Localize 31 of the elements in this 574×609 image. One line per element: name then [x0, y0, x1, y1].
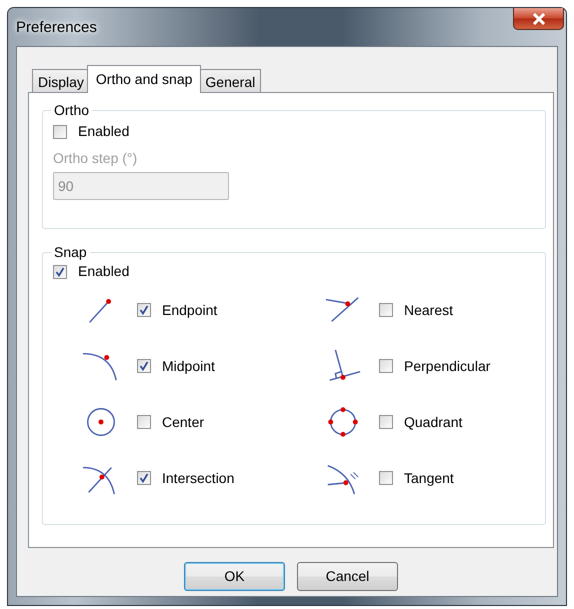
checkbox[interactable] — [137, 359, 151, 373]
checkbox[interactable] — [137, 471, 151, 485]
tab[interactable]: Ortho and snap — [86, 65, 202, 93]
checkbox-label: Enabled — [78, 262, 130, 281]
checkbox-label: Intersection — [162, 468, 234, 488]
checkbox[interactable] — [53, 264, 67, 278]
checkbox-label: Enabled — [78, 122, 130, 141]
checkbox[interactable] — [379, 471, 393, 485]
group-label: Snap — [53, 243, 88, 261]
checkbox-label: Quadrant — [404, 412, 462, 432]
checkbox[interactable] — [53, 124, 67, 138]
ok-button[interactable]: OK — [184, 562, 285, 591]
close-icon — [532, 12, 546, 24]
tab[interactable]: General — [199, 69, 262, 93]
checkbox-label: Endpoint — [162, 300, 218, 320]
checkbox-label: Perpendicular — [404, 356, 490, 376]
close-button[interactable] — [513, 8, 564, 30]
cancel-button[interactable]: Cancel — [297, 562, 398, 591]
checkbox-label: Tangent — [404, 468, 454, 488]
checkbox-label: Midpoint — [162, 356, 215, 376]
tab[interactable]: Display — [32, 69, 90, 93]
checkbox[interactable] — [137, 415, 151, 429]
checkbox[interactable] — [379, 415, 393, 429]
checkbox[interactable] — [379, 303, 393, 317]
checkbox[interactable] — [379, 359, 393, 373]
group-label: Ortho — [53, 101, 90, 119]
window-title: Preferences — [16, 18, 97, 38]
checkbox-label: Center — [162, 412, 204, 432]
checkbox[interactable] — [137, 303, 151, 317]
checkbox-label: Nearest — [404, 300, 454, 320]
field-label: Ortho step (°) — [53, 149, 138, 168]
